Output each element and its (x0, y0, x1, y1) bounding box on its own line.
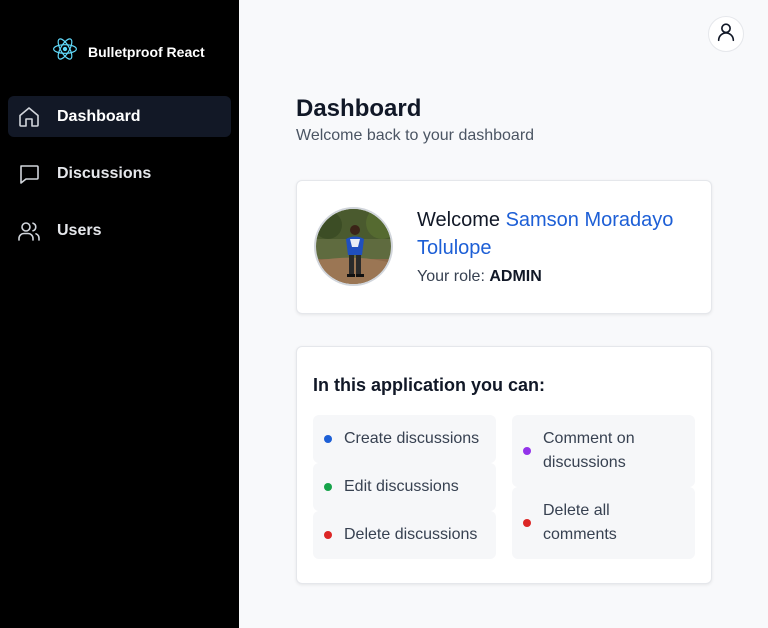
welcome-prefix: Welcome (417, 209, 500, 231)
welcome-card: Welcome Samson Moradayo Tolulope Your ro… (296, 180, 712, 314)
sidebar-item-label: Users (57, 221, 102, 239)
bullet-dot (324, 531, 332, 539)
home-icon (17, 105, 41, 129)
capability-item: Comment on discussions (512, 415, 695, 487)
sidebar-item-label: Discussions (57, 164, 152, 182)
users-icon (17, 219, 41, 243)
chat-icon (17, 162, 41, 186)
brand[interactable]: Bulletproof React (52, 36, 205, 67)
capability-item: Delete all comments (512, 487, 695, 559)
capability-label: Delete discussions (344, 526, 478, 543)
capability-label: Delete all comments (543, 502, 617, 543)
user-menu-button[interactable] (708, 16, 744, 52)
capabilities-card: In this application you can: Create disc… (296, 346, 712, 584)
page-title: Dashboard (296, 95, 422, 122)
capabilities-title: In this application you can: (313, 375, 546, 395)
react-icon (52, 36, 78, 67)
capability-item: Delete discussions (313, 511, 496, 559)
capability-item: Create discussions (313, 415, 496, 463)
role-value: ADMIN (489, 268, 542, 285)
bullet-dot (324, 435, 332, 443)
sidebar: Bulletproof React Dashboard Discussions … (0, 0, 239, 628)
welcome-message: Welcome Samson Moradayo Tolulope (417, 206, 697, 262)
sidebar-item-discussions[interactable]: Discussions (8, 153, 231, 194)
user-icon (715, 21, 737, 48)
sidebar-item-label: Dashboard (57, 107, 141, 125)
capability-item: Edit discussions (313, 463, 496, 511)
bullet-dot (523, 519, 531, 527)
sidebar-item-users[interactable]: Users (8, 210, 231, 251)
role-line: Your role: ADMIN (417, 268, 542, 286)
page-subtitle: Welcome back to your dashboard (296, 127, 535, 144)
sidebar-item-dashboard[interactable]: Dashboard (8, 96, 231, 137)
capability-label: Edit discussions (344, 478, 459, 495)
bullet-dot (324, 483, 332, 491)
capability-label: Comment on discussions (543, 430, 635, 471)
role-label: Your role: (417, 268, 485, 285)
bullet-dot (523, 447, 531, 455)
avatar (314, 207, 393, 286)
brand-title: Bulletproof React (88, 43, 205, 60)
capability-label: Create discussions (344, 430, 480, 447)
